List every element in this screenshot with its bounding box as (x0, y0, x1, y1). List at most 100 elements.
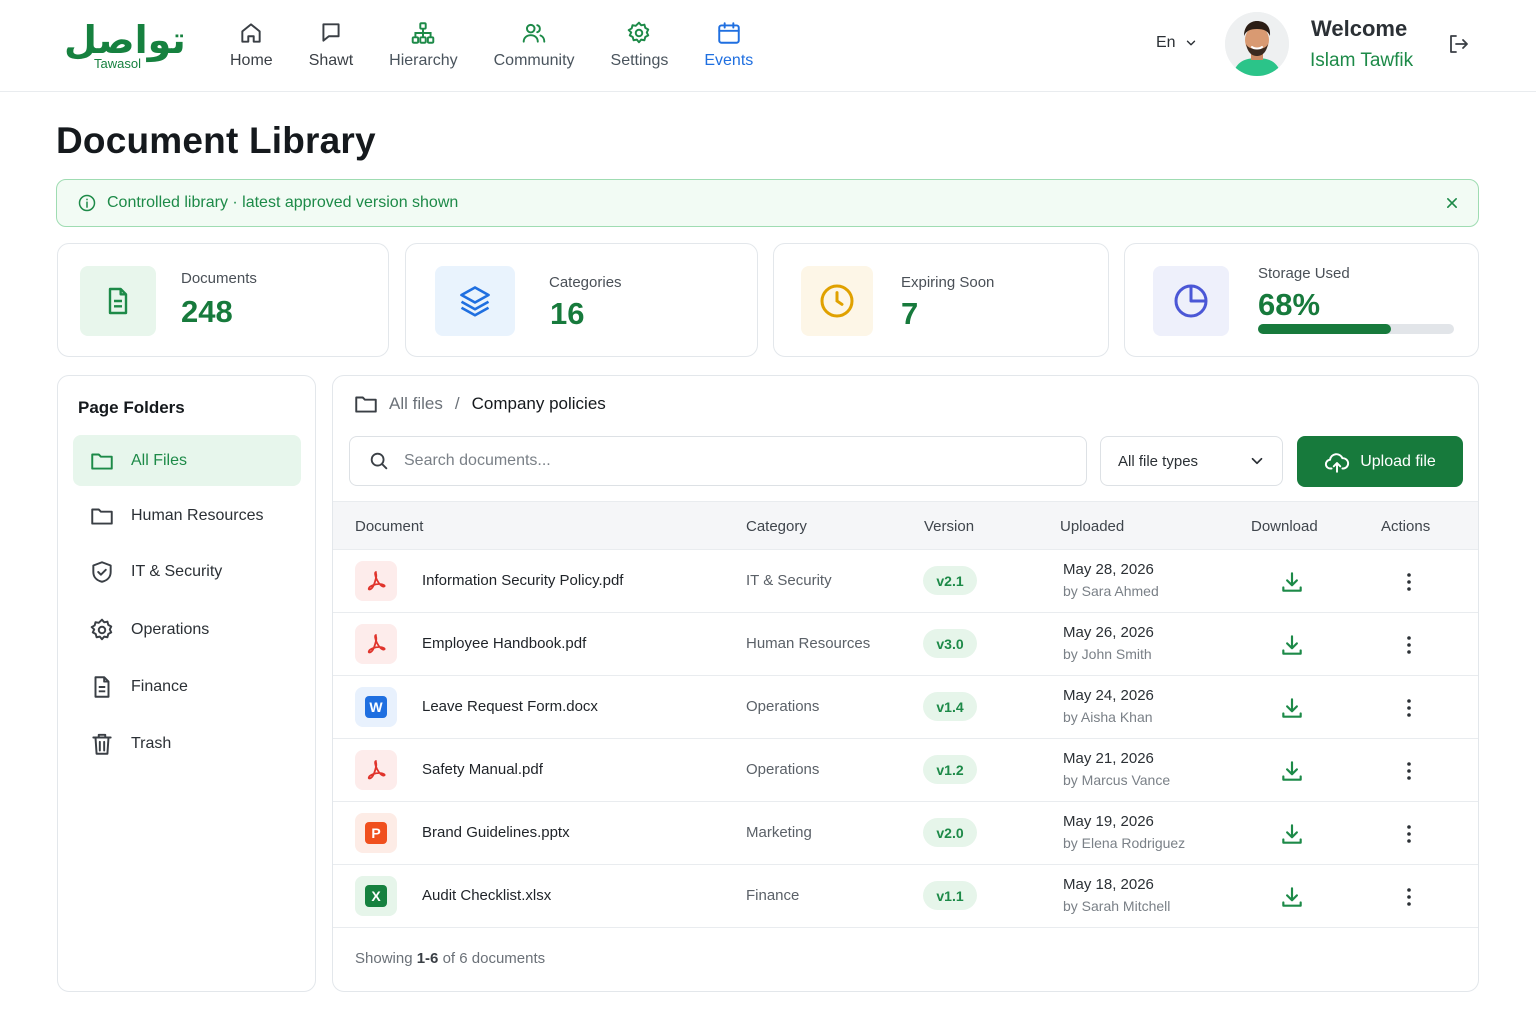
document-name[interactable]: Safety Manual.pdf (422, 761, 543, 778)
folder-item-it-security[interactable]: IT & Security (73, 546, 301, 597)
stat-label: Storage Used (1258, 265, 1350, 282)
stat-card-categories: Categories 16 (405, 243, 758, 357)
version-badge: v2.1 (923, 566, 977, 595)
download-icon[interactable] (1279, 632, 1305, 658)
pagination-summary: Showing 1-6 of 6 documents (355, 950, 545, 967)
storage-progress-track (1258, 324, 1454, 334)
download-icon[interactable] (1279, 758, 1305, 784)
stat-value: 68% (1258, 287, 1321, 322)
folder-item-human-resources[interactable]: Human Resources (73, 490, 301, 541)
document-name[interactable]: Information Security Policy.pdf (422, 572, 623, 589)
stat-icon-box (435, 266, 515, 336)
more-vertical-icon[interactable] (1397, 885, 1421, 909)
stat-label: Documents (181, 270, 257, 287)
powerpoint-file-icon: P (355, 813, 397, 853)
word-file-icon: W (355, 687, 397, 727)
download-icon[interactable] (1279, 884, 1305, 910)
folder-label: Finance (131, 677, 188, 695)
more-vertical-icon[interactable] (1397, 822, 1421, 846)
breadcrumb-root[interactable]: All files (389, 394, 443, 414)
stat-icon-box (80, 266, 156, 336)
upload-file-label: Upload file (1360, 452, 1436, 470)
upload-file-button[interactable]: Upload file (1297, 436, 1463, 487)
breadcrumb-separator: / (454, 394, 460, 413)
file-type-select[interactable]: All file types (1100, 436, 1283, 486)
table-row[interactable]: P Brand Guidelines.pptx Marketing v2.0 M… (333, 802, 1478, 865)
search-box[interactable] (349, 436, 1087, 486)
more-vertical-icon[interactable] (1397, 696, 1421, 720)
stat-icon-box (801, 266, 873, 336)
column-header-version[interactable]: Version (924, 518, 974, 535)
storage-progress-fill (1258, 324, 1392, 334)
logout-icon[interactable] (1446, 32, 1470, 56)
folder-item-all-files[interactable]: All Files (73, 435, 301, 486)
search-input[interactable] (404, 452, 1064, 470)
nav-item-home[interactable]: Home (212, 20, 291, 80)
acrobat-icon (367, 760, 386, 780)
uploaded-by: by Elena Rodriguez (1063, 835, 1186, 851)
folder-item-finance[interactable]: Finance (73, 661, 301, 712)
column-header-uploaded[interactable]: Uploaded (1060, 518, 1124, 535)
info-banner: Controlled library · latest approved ver… (56, 179, 1479, 227)
stat-card-storage: Storage Used 68% (1124, 243, 1479, 357)
nav-item-shawt[interactable]: Shawt (291, 20, 371, 80)
brand-logo[interactable]: تواصل Tawasol (64, 16, 188, 76)
word-badge: W (365, 696, 387, 718)
stat-card-documents: Documents 248 (57, 243, 389, 357)
page-title: Document Library (56, 120, 376, 161)
table-row[interactable]: Safety Manual.pdf Operations v1.2 May 21… (333, 739, 1478, 802)
version-badge: v1.4 (923, 692, 977, 721)
version-badge: v3.0 (923, 629, 977, 658)
shield-icon (92, 560, 112, 583)
pie-chart-icon (1174, 284, 1208, 318)
excel-file-icon: X (355, 876, 397, 916)
column-header-document[interactable]: Document (355, 518, 423, 535)
folder-label: IT & Security (131, 562, 223, 580)
uploaded-by: by Sarah Mitchell (1063, 898, 1171, 914)
more-vertical-icon[interactable] (1397, 633, 1421, 657)
download-icon[interactable] (1279, 569, 1305, 595)
folder-icon (91, 508, 113, 525)
pdf-file-icon (355, 624, 397, 664)
document-category: Human Resources (746, 635, 871, 652)
language-selector[interactable]: En (1156, 34, 1198, 52)
nav-item-events[interactable]: Events (686, 20, 771, 80)
trash-icon (92, 733, 112, 755)
folders-title: Page Folders (78, 398, 185, 417)
nav-label: Settings (610, 52, 669, 69)
user-name: Islam Tawfik (1310, 50, 1414, 71)
close-icon[interactable] (1442, 193, 1462, 213)
folder-item-trash[interactable]: Trash (73, 718, 301, 769)
document-name[interactable]: Brand Guidelines.pptx (422, 824, 570, 841)
upload-date: May 18, 2026 (1063, 876, 1154, 893)
folder-item-operations[interactable]: Operations (73, 604, 301, 655)
chat-icon (322, 23, 340, 42)
chevron-down-icon (1251, 457, 1263, 465)
stat-value: 16 (550, 296, 585, 331)
nav-item-settings[interactable]: Settings (593, 20, 687, 80)
table-row[interactable]: Employee Handbook.pdf Human Resources v3… (333, 613, 1478, 676)
upload-date: May 24, 2026 (1063, 687, 1154, 704)
version-badge: v1.1 (923, 881, 977, 910)
download-icon[interactable] (1279, 695, 1305, 721)
document-name[interactable]: Employee Handbook.pdf (422, 635, 586, 652)
more-vertical-icon[interactable] (1397, 759, 1421, 783)
column-header-category[interactable]: Category (746, 518, 807, 535)
stat-value: 7 (901, 296, 919, 331)
document-name[interactable]: Audit Checklist.xlsx (422, 887, 551, 904)
table-row[interactable]: X Audit Checklist.xlsx Finance v1.1 May … (333, 865, 1478, 928)
uploaded-by: by Marcus Vance (1063, 772, 1171, 788)
document-name[interactable]: Leave Request Form.docx (422, 698, 598, 715)
document-icon (108, 287, 128, 315)
column-header-download: Download (1251, 518, 1318, 535)
stat-icon-box (1153, 266, 1229, 336)
table-row[interactable]: Information Security Policy.pdf IT & Sec… (333, 550, 1478, 613)
more-vertical-icon[interactable] (1397, 570, 1421, 594)
download-icon[interactable] (1279, 821, 1305, 847)
avatar[interactable] (1225, 12, 1289, 76)
stat-label: Expiring Soon (901, 274, 995, 291)
nav-item-hierarchy[interactable]: Hierarchy (371, 20, 475, 80)
table-row[interactable]: W Leave Request Form.docx Operations v1.… (333, 676, 1478, 739)
column-header-actions: Actions (1381, 518, 1431, 535)
nav-item-community[interactable]: Community (476, 20, 593, 80)
